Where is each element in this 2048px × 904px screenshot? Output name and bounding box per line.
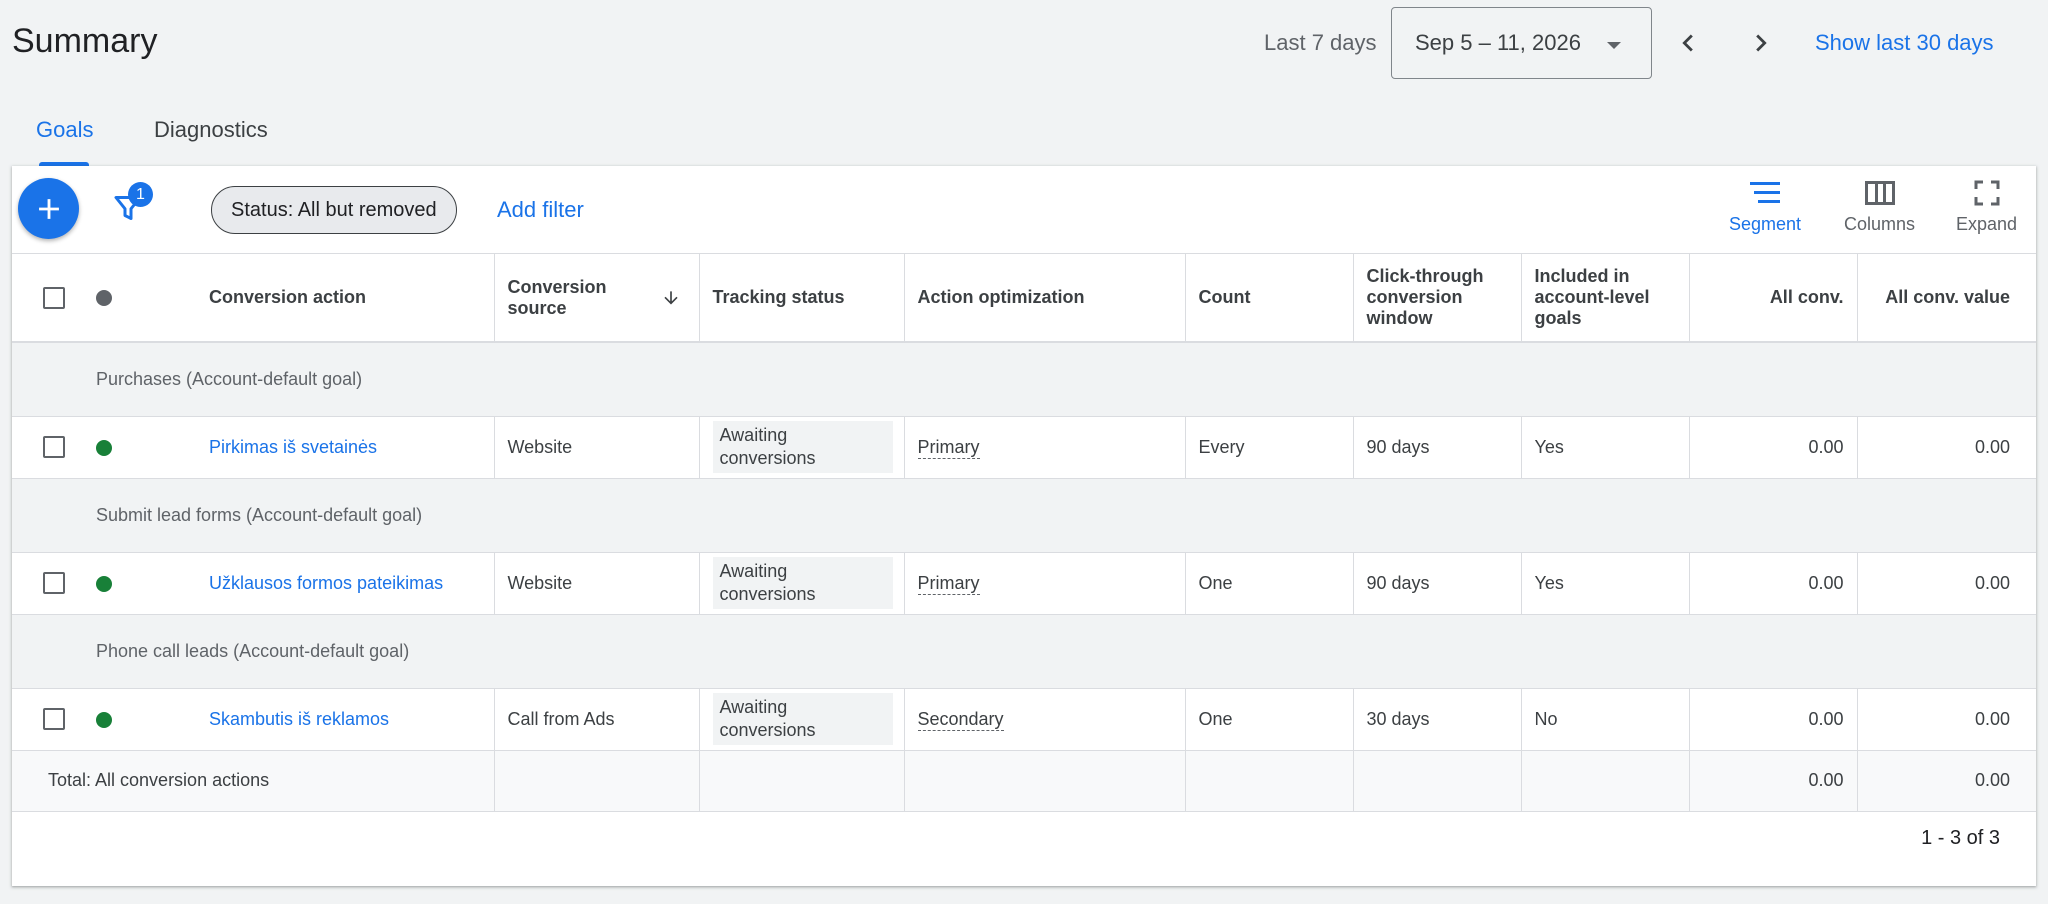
status-filter-chip[interactable]: Status: All but removed bbox=[211, 186, 457, 234]
action-optimization-value[interactable]: Secondary bbox=[917, 708, 1004, 731]
select-all-checkbox[interactable] bbox=[43, 286, 65, 309]
header-all-conv-value[interactable]: All conv. value bbox=[1856, 254, 2036, 343]
total-label: Total: All conversion actions bbox=[12, 750, 494, 812]
page: Summary Last 7 days Sep 5 – 11, 2026 Sho… bbox=[0, 0, 2048, 904]
pagination-summary: 1 - 3 of 3 bbox=[1921, 827, 2000, 849]
table-row: Pirkimas iš svetainės Website Awaiting c… bbox=[12, 416, 2036, 479]
count-cell: One bbox=[1184, 688, 1353, 751]
tracking-status-cell: Awaiting conversions bbox=[712, 557, 893, 609]
total-row: Total: All conversion actions 0.00 0.00 bbox=[12, 750, 2036, 812]
tracking-status-cell: Awaiting conversions bbox=[712, 693, 893, 745]
row-checkbox[interactable] bbox=[43, 708, 65, 731]
included-cell: No bbox=[1520, 688, 1689, 751]
status-header bbox=[96, 254, 196, 343]
row-checkbox[interactable] bbox=[43, 436, 65, 459]
expand-icon bbox=[1974, 180, 2000, 206]
group-label: Purchases (Account-default goal) bbox=[96, 342, 2036, 417]
enabled-status-dot-icon bbox=[96, 575, 112, 592]
status-dot-icon bbox=[96, 290, 112, 307]
click-through-window-cell: 30 days bbox=[1352, 688, 1521, 751]
all-conv-value-cell: 0.00 bbox=[1856, 688, 2036, 751]
date-range-label: Last 7 days bbox=[1264, 30, 1377, 55]
add-filter-link[interactable]: Add filter bbox=[497, 197, 584, 223]
segment-icon bbox=[1750, 182, 1781, 203]
all-conv-value-cell: 0.00 bbox=[1856, 552, 2036, 615]
table-header-row: Conversion action Conversion source Trac… bbox=[12, 254, 2036, 343]
conversions-table: Conversion action Conversion source Trac… bbox=[12, 254, 2036, 812]
group-row-lead-forms: Submit lead forms (Account-default goal) bbox=[12, 478, 2036, 553]
dropdown-caret-icon bbox=[1607, 42, 1621, 49]
all-conv-cell: 0.00 bbox=[1688, 552, 1857, 615]
chevron-left-icon bbox=[1682, 34, 1693, 52]
all-conv-cell: 0.00 bbox=[1688, 688, 1857, 751]
group-label: Submit lead forms (Account-default goal) bbox=[96, 478, 2036, 553]
header-conversion-source-label: Conversion source bbox=[507, 276, 607, 318]
action-optimization-value[interactable]: Primary bbox=[917, 436, 980, 459]
page-title: Summary bbox=[12, 22, 158, 60]
conversion-source-cell: Website bbox=[493, 552, 699, 615]
tab-goals[interactable]: Goals bbox=[12, 100, 116, 166]
filter-count-badge: 1 bbox=[128, 182, 153, 207]
chevron-right-icon bbox=[1756, 34, 1767, 52]
count-cell: Every bbox=[1184, 416, 1353, 479]
conversions-table-card: 1 Status: All but removed Add filter Seg… bbox=[12, 166, 2036, 886]
next-period-button[interactable] bbox=[1744, 26, 1778, 60]
columns-icon bbox=[1864, 181, 1895, 205]
header-tracking-status[interactable]: Tracking status bbox=[698, 254, 904, 343]
date-range-select[interactable]: Sep 5 – 11, 2026 bbox=[1391, 7, 1652, 79]
segment-label: Segment bbox=[1729, 214, 1802, 234]
conversion-source-cell: Website bbox=[493, 416, 699, 479]
total-all-conv-value: 0.00 bbox=[1856, 750, 2036, 812]
click-through-window-cell: 90 days bbox=[1352, 552, 1521, 615]
action-optimization-value[interactable]: Primary bbox=[917, 572, 980, 595]
tab-diagnostics[interactable]: Diagnostics bbox=[130, 100, 292, 166]
header-count[interactable]: Count bbox=[1184, 254, 1353, 343]
count-cell: One bbox=[1184, 552, 1353, 615]
show-last-30-days-link[interactable]: Show last 30 days bbox=[1815, 30, 1994, 56]
expand-label: Expand bbox=[1956, 214, 2018, 234]
total-all-conv: 0.00 bbox=[1688, 750, 1857, 812]
all-conv-cell: 0.00 bbox=[1688, 416, 1857, 479]
expand-button[interactable]: Expand bbox=[1956, 180, 2017, 235]
enabled-status-dot-icon bbox=[96, 711, 112, 728]
click-through-window-cell: 90 days bbox=[1352, 416, 1521, 479]
sort-arrow-down-icon bbox=[663, 291, 678, 305]
conversion-action-link[interactable]: Pirkimas iš svetainės bbox=[209, 437, 377, 457]
columns-button[interactable]: Columns bbox=[1844, 180, 1915, 235]
header-included-in-goals[interactable]: Included in account-level goals bbox=[1520, 254, 1689, 343]
segment-button[interactable]: Segment bbox=[1729, 180, 1801, 235]
previous-period-button[interactable] bbox=[1671, 26, 1705, 60]
row-checkbox[interactable] bbox=[43, 572, 65, 595]
date-range-value: Sep 5 – 11, 2026 bbox=[1415, 30, 1581, 55]
header-conversion-action[interactable]: Conversion action bbox=[196, 254, 494, 343]
header-all-conv[interactable]: All conv. bbox=[1688, 254, 1857, 343]
table-row: Skambutis iš reklamos Call from Ads Awai… bbox=[12, 688, 2036, 751]
table-toolbar: 1 Status: All but removed Add filter Seg… bbox=[12, 166, 2036, 254]
add-conversion-button[interactable] bbox=[18, 178, 79, 239]
header-action-optimization[interactable]: Action optimization bbox=[903, 254, 1185, 343]
header-conversion-source[interactable]: Conversion source bbox=[493, 254, 699, 343]
table-row: Užklausos formos pateikimas Website Awai… bbox=[12, 552, 2036, 615]
included-cell: Yes bbox=[1520, 416, 1689, 479]
conversion-source-cell: Call from Ads bbox=[493, 688, 699, 751]
all-conv-value-cell: 0.00 bbox=[1856, 416, 2036, 479]
plus-icon bbox=[38, 198, 59, 219]
conversion-action-link[interactable]: Užklausos formos pateikimas bbox=[209, 573, 443, 593]
included-cell: Yes bbox=[1520, 552, 1689, 615]
header-click-through-window[interactable]: Click-through conversion window bbox=[1352, 254, 1521, 343]
group-row-phone-calls: Phone call leads (Account-default goal) bbox=[12, 614, 2036, 689]
group-label: Phone call leads (Account-default goal) bbox=[96, 614, 2036, 689]
enabled-status-dot-icon bbox=[96, 439, 112, 456]
tab-bar: Goals Diagnostics bbox=[12, 100, 292, 166]
tracking-status-cell: Awaiting conversions bbox=[712, 421, 893, 473]
select-all-header bbox=[12, 254, 96, 343]
group-row-purchases: Purchases (Account-default goal) bbox=[12, 342, 2036, 417]
conversion-action-link[interactable]: Skambutis iš reklamos bbox=[209, 709, 389, 729]
columns-label: Columns bbox=[1844, 214, 1916, 234]
